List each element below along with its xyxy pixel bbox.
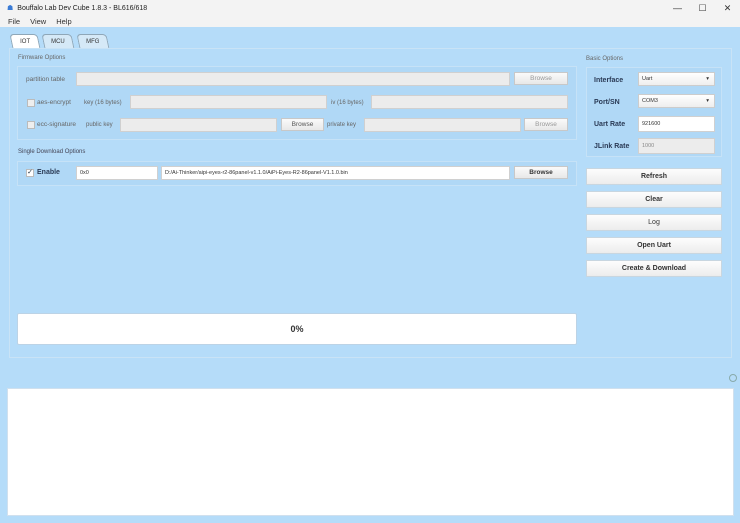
ecc-signature-checkbox[interactable]	[27, 121, 35, 129]
firmware-options-title: Firmware Options	[18, 55, 66, 61]
single-browse-button[interactable]: Browse	[514, 166, 568, 179]
menu-file[interactable]: File	[8, 17, 20, 26]
address-input[interactable]: 0x0	[76, 166, 158, 180]
open-uart-button[interactable]: Open Uart	[586, 237, 722, 254]
key-label: key (16 bytes)	[84, 100, 122, 106]
port-value: COM3	[642, 98, 658, 104]
single-download-title: Single Download Options	[18, 149, 86, 155]
enable-checkbox[interactable]: ✓	[26, 169, 34, 177]
partition-table-label: partition table	[26, 76, 66, 83]
refresh-button[interactable]: Refresh	[586, 168, 722, 185]
jlink-rate-label: JLink Rate	[594, 143, 630, 150]
menu-bar: File View Help	[0, 16, 740, 27]
port-label: Port/SN	[594, 99, 620, 106]
aes-key-input[interactable]	[130, 95, 327, 109]
tab-mcu[interactable]: MCU	[41, 34, 75, 49]
public-key-label: public key	[86, 122, 113, 128]
ecc-signature-label: ecc-signature	[37, 121, 77, 128]
interface-label: Interface	[594, 77, 624, 84]
private-key-input[interactable]	[364, 118, 521, 132]
progress-text: 0%	[290, 324, 304, 334]
private-key-browse-button[interactable]: Browse	[524, 118, 568, 131]
iv-label: iv (16 bytes)	[331, 100, 364, 106]
partition-table-input[interactable]	[76, 72, 510, 86]
uart-rate-label: Uart Rate	[594, 121, 626, 128]
public-key-browse-button[interactable]: Browse	[281, 118, 324, 131]
minimize-button[interactable]: —	[665, 3, 690, 13]
log-output-area[interactable]	[7, 388, 734, 516]
interface-select[interactable]: Uart ▾	[638, 72, 715, 86]
chevron-down-icon: ▾	[706, 76, 709, 82]
public-key-input[interactable]	[120, 118, 277, 132]
menu-view[interactable]: View	[30, 17, 46, 26]
partition-browse-button[interactable]: Browse	[514, 72, 568, 85]
tab-label: IOT	[20, 39, 31, 45]
aes-encrypt-checkbox[interactable]	[27, 99, 35, 107]
aes-encrypt-label: aes-encrypt	[37, 99, 71, 106]
private-key-label: private key	[327, 122, 357, 128]
menu-help[interactable]: Help	[56, 17, 71, 26]
chevron-down-icon: ▾	[706, 98, 709, 104]
splitter-handle-icon[interactable]	[729, 374, 737, 382]
tab-iot[interactable]: IOT	[9, 34, 41, 49]
close-button[interactable]: ✕	[715, 3, 740, 14]
tab-mfg[interactable]: MFG	[76, 34, 110, 49]
uart-rate-input[interactable]: 921600	[638, 116, 715, 132]
tab-label: MCU	[51, 39, 65, 45]
tab-label: MFG	[86, 39, 100, 45]
port-select[interactable]: COM3 ▾	[638, 94, 715, 108]
maximize-button[interactable]: ☐	[690, 3, 715, 14]
enable-label: Enable	[37, 169, 60, 176]
clear-button[interactable]: Clear	[586, 191, 722, 208]
window-title: Bouffalo Lab Dev Cube 1.8.3 - BL616/618	[17, 4, 148, 12]
aes-iv-input[interactable]	[371, 95, 568, 109]
create-download-button[interactable]: Create & Download	[586, 260, 722, 277]
jlink-rate-input[interactable]: 1000	[638, 138, 715, 154]
basic-options-title: Basic Options	[586, 56, 624, 62]
progress-bar: 0%	[17, 313, 577, 345]
log-button[interactable]: Log	[586, 214, 722, 231]
interface-value: Uart	[642, 76, 653, 82]
app-icon: ☗	[7, 5, 14, 12]
title-bar: ☗ Bouffalo Lab Dev Cube 1.8.3 - BL616/61…	[0, 0, 740, 16]
firmware-path-input[interactable]: D:/Ai-Thinker/aipi-eyes-r2-86panel-v1.1.…	[161, 166, 510, 180]
